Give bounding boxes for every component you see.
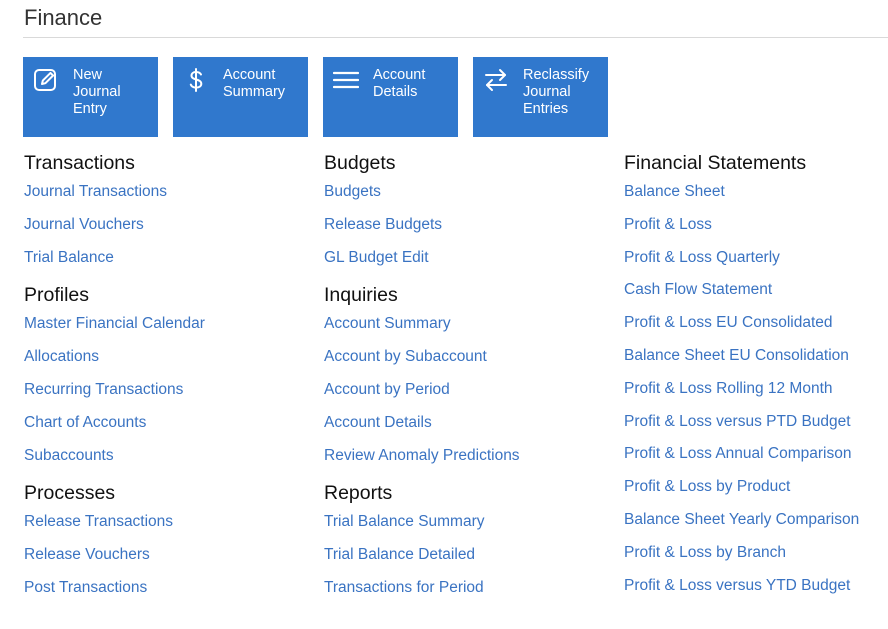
profiles-section: Profiles Master Financial Calendar Alloc…	[24, 281, 314, 466]
link-review-anomaly-predictions[interactable]: Review Anomaly Predictions	[324, 446, 614, 466]
link-account-summary[interactable]: Account Summary	[324, 314, 614, 334]
link-journal-transactions[interactable]: Journal Transactions	[24, 182, 314, 202]
quick-action-tiles: New Journal Entry Account Summary Accoun…	[23, 57, 608, 137]
link-budgets[interactable]: Budgets	[324, 182, 614, 202]
link-trial-balance-detailed[interactable]: Trial Balance Detailed	[324, 545, 614, 565]
budgets-section: Budgets Budgets Release Budgets GL Budge…	[324, 149, 614, 268]
link-release-transactions[interactable]: Release Transactions	[24, 512, 314, 532]
section-heading: Budgets	[324, 152, 396, 174]
link-account-by-subaccount[interactable]: Account by Subaccount	[324, 347, 614, 367]
link-account-details[interactable]: Account Details	[324, 413, 614, 433]
transactions-section: Transactions Journal Transactions Journa…	[24, 149, 314, 268]
link-journal-vouchers[interactable]: Journal Vouchers	[24, 215, 314, 235]
link-profit-loss-quarterly[interactable]: Profit & Loss Quarterly	[624, 248, 888, 268]
column-2: Budgets Budgets Release Budgets GL Budge…	[324, 149, 614, 611]
finance-workspace: Finance New Journal Entry Account Summar…	[0, 0, 888, 629]
link-post-transactions[interactable]: Post Transactions	[24, 578, 314, 598]
tile-label: Account Details	[373, 67, 426, 100]
link-allocations[interactable]: Allocations	[24, 347, 314, 367]
page-title: Finance	[24, 5, 103, 30]
link-recurring-transactions[interactable]: Recurring Transactions	[24, 380, 314, 400]
link-subaccounts[interactable]: Subaccounts	[24, 446, 314, 466]
link-profit-loss-annual-comparison[interactable]: Profit & Loss Annual Comparison	[624, 444, 888, 464]
link-release-vouchers[interactable]: Release Vouchers	[24, 545, 314, 565]
link-cash-flow-statement[interactable]: Cash Flow Statement	[624, 280, 888, 300]
tile-label: New Journal Entry	[73, 67, 121, 117]
link-profit-loss[interactable]: Profit & Loss	[624, 215, 888, 235]
link-balance-sheet-eu-consolidation[interactable]: Balance Sheet EU Consolidation	[624, 346, 888, 366]
financial-statements-section: Financial Statements Balance Sheet Profi…	[624, 149, 888, 596]
dollar-icon	[183, 67, 209, 93]
title-divider	[23, 37, 888, 38]
link-account-by-period[interactable]: Account by Period	[324, 380, 614, 400]
section-heading: Transactions	[24, 152, 135, 174]
section-heading: Inquiries	[324, 284, 398, 306]
link-trial-balance[interactable]: Trial Balance	[24, 248, 314, 268]
link-gl-budget-edit[interactable]: GL Budget Edit	[324, 248, 614, 268]
link-profit-loss-rolling-12-month[interactable]: Profit & Loss Rolling 12 Month	[624, 379, 888, 399]
section-heading: Profiles	[24, 284, 90, 306]
link-profit-loss-by-product[interactable]: Profit & Loss by Product	[624, 477, 888, 497]
swap-arrows-icon	[483, 67, 509, 93]
section-heading: Reports	[324, 482, 393, 504]
tile-label: Reclassify Journal Entries	[523, 67, 590, 117]
reports-section: Reports Trial Balance Summary Trial Bala…	[324, 479, 614, 598]
link-master-financial-calendar[interactable]: Master Financial Calendar	[24, 314, 314, 334]
inquiries-section: Inquiries Account Summary Account by Sub…	[324, 281, 614, 466]
account-details-tile[interactable]: Account Details	[323, 57, 458, 137]
reclassify-journal-entries-tile[interactable]: Reclassify Journal Entries	[473, 57, 608, 137]
link-profit-loss-eu-consolidated[interactable]: Profit & Loss EU Consolidated	[624, 313, 888, 333]
link-profit-loss-by-branch[interactable]: Profit & Loss by Branch	[624, 543, 888, 563]
edit-icon	[33, 67, 59, 93]
link-trial-balance-summary[interactable]: Trial Balance Summary	[324, 512, 614, 532]
menu-lines-icon	[333, 67, 359, 93]
section-heading: Processes	[24, 482, 116, 504]
link-release-budgets[interactable]: Release Budgets	[324, 215, 614, 235]
link-profit-loss-versus-ptd-budget[interactable]: Profit & Loss versus PTD Budget	[624, 412, 888, 432]
link-balance-sheet[interactable]: Balance Sheet	[624, 182, 888, 202]
processes-section: Processes Release Transactions Release V…	[24, 479, 314, 598]
link-profit-loss-versus-ytd-budget[interactable]: Profit & Loss versus YTD Budget	[624, 576, 888, 596]
link-chart-of-accounts[interactable]: Chart of Accounts	[24, 413, 314, 433]
section-heading: Financial Statements	[624, 152, 807, 174]
new-journal-entry-tile[interactable]: New Journal Entry	[23, 57, 158, 137]
column-3: Financial Statements Balance Sheet Profi…	[624, 149, 888, 608]
column-1: Transactions Journal Transactions Journa…	[24, 149, 314, 611]
tile-label: Account Summary	[223, 67, 286, 100]
link-balance-sheet-yearly-comparison[interactable]: Balance Sheet Yearly Comparison	[624, 510, 888, 530]
account-summary-tile[interactable]: Account Summary	[173, 57, 308, 137]
link-transactions-for-period[interactable]: Transactions for Period	[324, 578, 614, 598]
